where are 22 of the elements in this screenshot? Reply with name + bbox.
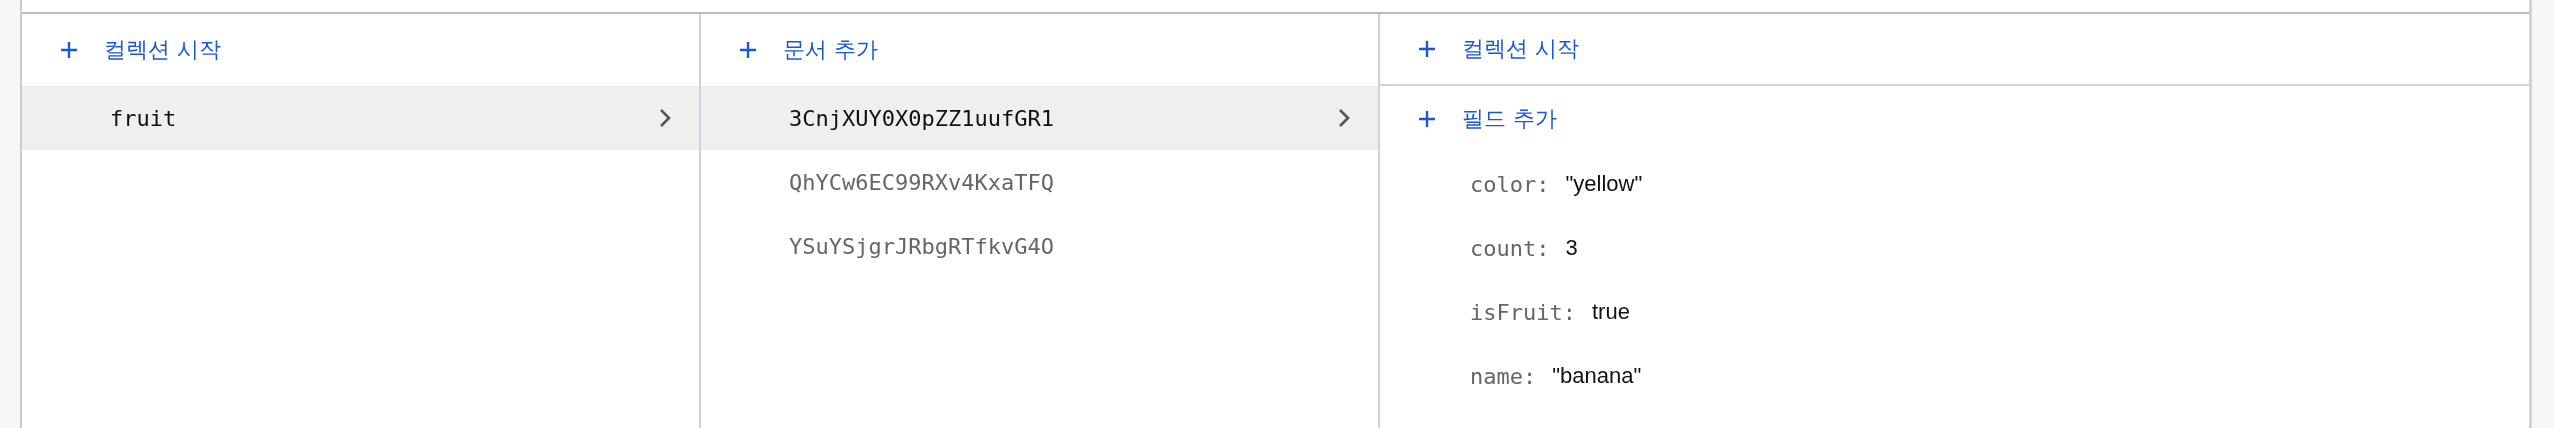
add-button[interactable]: 컬렉션 시작 <box>1380 14 2529 86</box>
list-item[interactable]: 3CnjXUY0X0pZZ1uufGR1 <box>701 86 1378 150</box>
field-key: name: <box>1470 363 1537 389</box>
chevron-right-icon <box>659 108 671 128</box>
field-value: "banana" <box>1552 363 1642 389</box>
add-button[interactable]: 필드 추가 <box>1380 86 1557 152</box>
field-key: isFruit: <box>1470 299 1576 325</box>
plus-icon <box>59 40 79 60</box>
field-value: 3 <box>1565 235 1578 261</box>
list-item[interactable]: fruit <box>22 86 699 150</box>
add-button[interactable]: 문서 추가 <box>701 14 878 86</box>
plus-icon <box>1417 109 1437 129</box>
chevron-right-icon <box>1338 108 1350 128</box>
field-value: true <box>1591 299 1630 325</box>
plus-icon <box>1417 39 1437 59</box>
field-key: count: <box>1470 235 1550 261</box>
list-item[interactable]: QhYCw6EC99RXv4KxaTFQ <box>701 150 1378 214</box>
list-item[interactable]: YSuYSjgrJRbgRTfkvG4O <box>701 214 1378 278</box>
field-value: "yellow" <box>1565 171 1643 197</box>
add-button[interactable]: 컬렉션 시작 <box>22 14 221 86</box>
plus-icon <box>738 40 758 60</box>
field-key: color: <box>1470 171 1550 197</box>
